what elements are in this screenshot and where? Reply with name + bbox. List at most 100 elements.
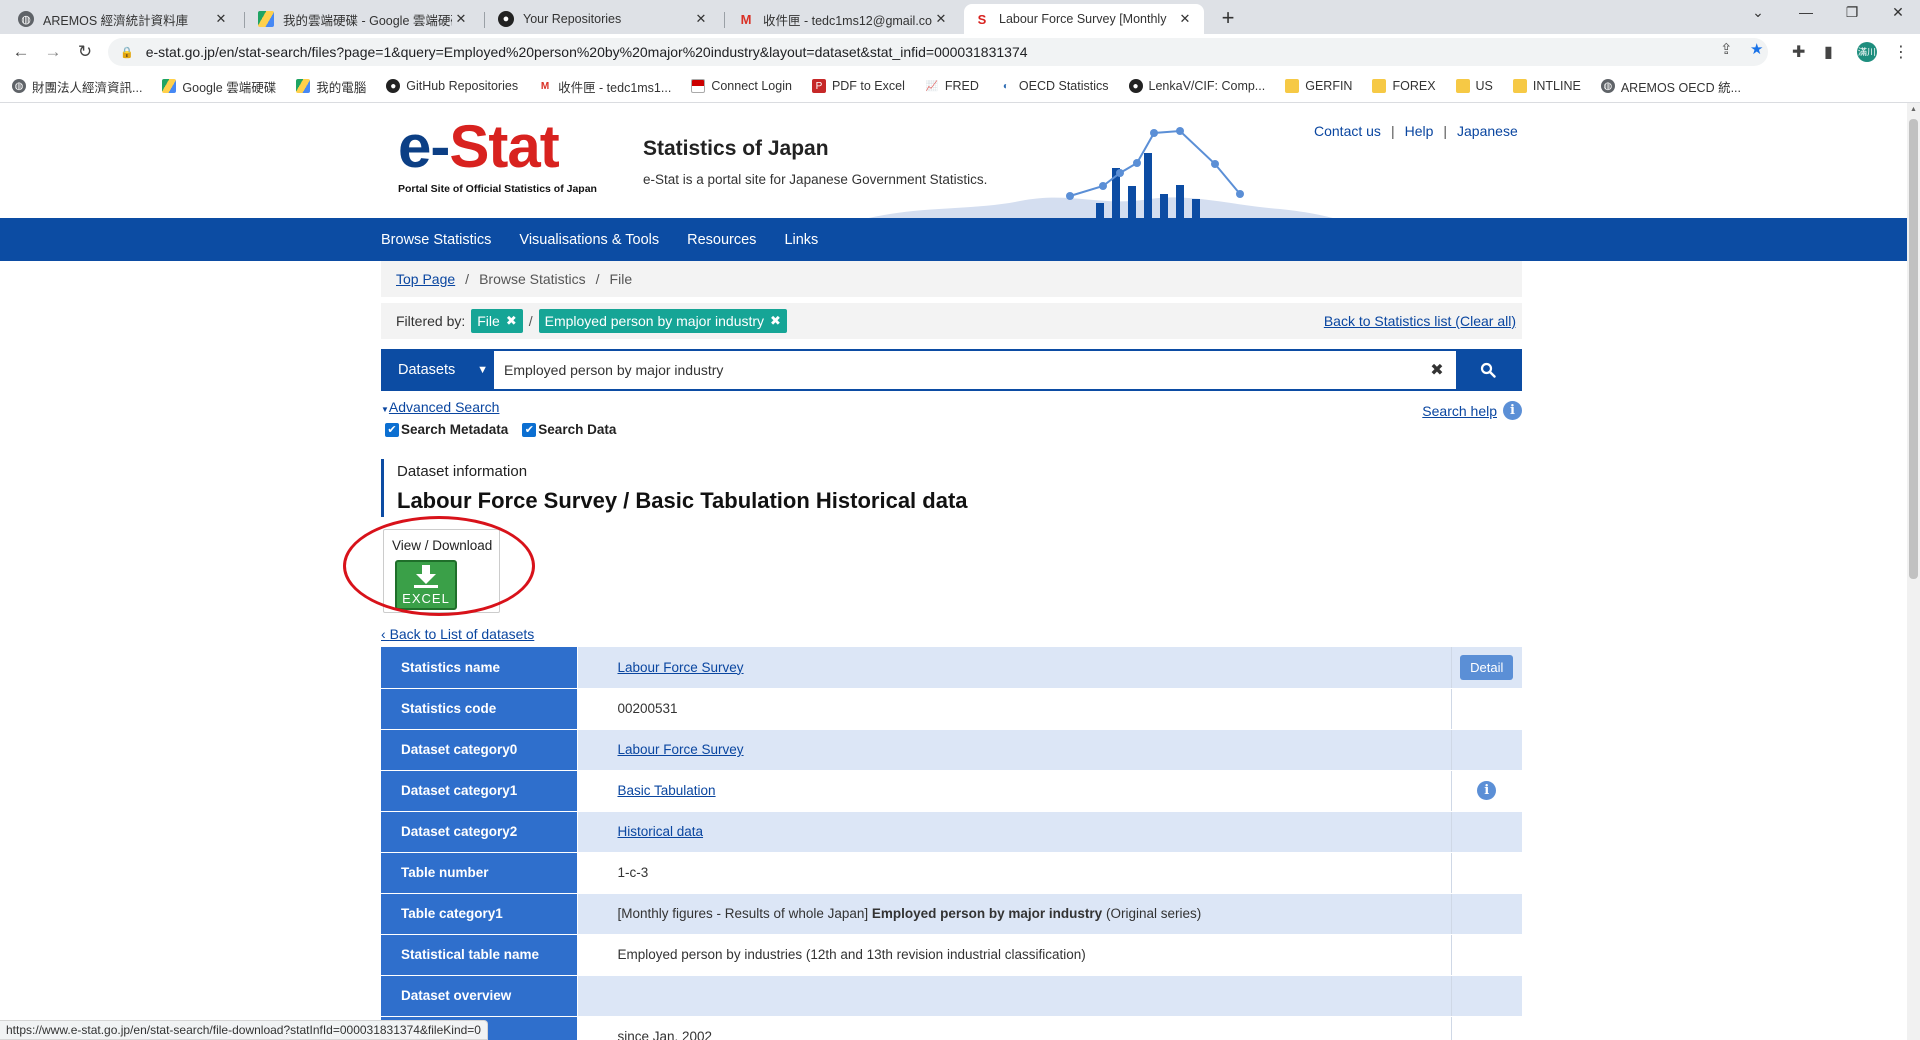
folder-icon [1285, 79, 1300, 93]
profile-avatar[interactable]: 滿川 [1857, 42, 1877, 62]
bookmark-folder[interactable]: GERFIN [1285, 79, 1352, 93]
search-button[interactable] [1456, 351, 1520, 389]
search-type-select[interactable]: Datasets ▼ [383, 351, 494, 389]
side-panel-icon[interactable]: ▮ [1824, 42, 1833, 62]
filter-bar: Filtered by: File ✖ / Employed person by … [381, 303, 1522, 339]
checkbox-checked-icon[interactable]: ✔ [522, 422, 537, 437]
bookmark-item[interactable]: ● LenkaV/CIF: Comp... [1128, 79, 1265, 93]
download-arrow-icon [414, 565, 438, 588]
tab-gmail[interactable]: M 收件匣 - tedc1ms12@gmail.com ✕ [728, 4, 960, 34]
bookmark-item[interactable]: ◐ OECD Statistics [999, 79, 1109, 93]
table-row: Dataset category1 Basic Tabulation i [381, 770, 1522, 812]
filter-chip-file[interactable]: File ✖ [471, 309, 523, 333]
filter-label: Filtered by: [396, 313, 466, 329]
breadcrumb: Top Page / Browse Statistics / File [381, 261, 1522, 297]
search-data-checkbox[interactable]: ✔ Search Data [522, 422, 616, 437]
dataset-category0-link[interactable]: Labour Force Survey [618, 742, 744, 757]
link-separator: | [1443, 123, 1448, 139]
bookmark-item[interactable]: 我的電腦 [296, 77, 366, 96]
tab-search-icon[interactable]: ⌄ [1740, 4, 1776, 26]
table-row: Statistics name Labour Force Survey Deta… [381, 647, 1522, 689]
close-window-button[interactable]: ✕ [1880, 4, 1916, 26]
japanese-link[interactable]: Japanese [1457, 123, 1518, 139]
close-tab-icon[interactable]: ✕ [452, 11, 470, 27]
bookmark-folder[interactable]: INTLINE [1512, 79, 1581, 93]
nav-browse-statistics[interactable]: Browse Statistics [381, 232, 491, 248]
menu-dots-icon[interactable]: ⋮ [1893, 42, 1909, 62]
search-metadata-checkbox[interactable]: ✔ Search Metadata [385, 422, 508, 437]
search-help-link[interactable]: Search help [1422, 403, 1497, 419]
help-link[interactable]: Help [1405, 123, 1434, 139]
bookmark-item[interactable]: ◍ 財團法人經濟資訊... [12, 77, 142, 96]
close-tab-icon[interactable]: ✕ [1176, 11, 1194, 27]
globe-icon: ◍ [18, 11, 34, 27]
extensions-icon[interactable]: ✚ [1792, 42, 1805, 62]
caret-down-icon: ▼ [381, 405, 389, 414]
bookmark-item[interactable]: ● GitHub Repositories [386, 79, 518, 93]
scroll-up-arrow-icon[interactable]: ▲ [1910, 106, 1917, 113]
row-action [1451, 688, 1522, 730]
clear-search-icon[interactable]: ✖ [1418, 351, 1456, 389]
bookmark-folder[interactable]: FOREX [1372, 79, 1436, 93]
remove-filter-icon[interactable]: ✖ [770, 313, 781, 329]
forward-icon[interactable]: → [41, 40, 65, 64]
detail-button[interactable]: Detail [1460, 654, 1514, 680]
table-row: Dataset category0 Labour Force Survey [381, 729, 1522, 771]
nav-resources[interactable]: Resources [687, 232, 756, 248]
table-row: Table category1 [Monthly figures - Resul… [381, 893, 1522, 935]
nav-links[interactable]: Links [784, 232, 818, 248]
bookmark-item[interactable]: Google 雲端硬碟 [162, 77, 276, 96]
row-action [1451, 934, 1522, 976]
table-row: since Jan. 2002 [381, 1016, 1522, 1040]
address-bar[interactable]: 🔒 e-stat.go.jp/en/stat-search/files?page… [108, 38, 1768, 66]
bookmark-item[interactable]: Connect Login [691, 79, 792, 93]
tab-github[interactable]: ● Your Repositories ✕ [488, 4, 720, 34]
back-icon[interactable]: ← [9, 40, 33, 64]
dataset-info-heading: Dataset information Labour Force Survey … [381, 459, 1522, 517]
nav-visualisations-tools[interactable]: Visualisations & Tools [519, 232, 659, 248]
excel-download-button[interactable]: EXCEL [395, 560, 457, 610]
estat-logo[interactable]: e-Stat Portal Site of Official Statistic… [398, 117, 608, 207]
header-chart-graphic [860, 127, 1340, 220]
info-icon[interactable]: i [1503, 401, 1522, 420]
remove-filter-icon[interactable]: ✖ [506, 313, 517, 329]
contact-us-link[interactable]: Contact us [1314, 123, 1381, 139]
reload-icon[interactable]: ↻ [73, 40, 97, 64]
back-to-list-of-datasets-link[interactable]: ‹ Back to List of datasets [381, 626, 534, 642]
share-icon[interactable]: ⇪ [1720, 40, 1733, 58]
bookmark-folder[interactable]: US [1455, 79, 1493, 93]
dataset-category2-link[interactable]: Historical data [618, 824, 704, 839]
tab-google-drive[interactable]: 我的雲端硬碟 - Google 雲端硬碟 ✕ [248, 4, 480, 34]
lock-icon: 🔒 [120, 46, 134, 59]
link-separator: | [1390, 123, 1395, 139]
dataset-category1-link[interactable]: Basic Tabulation [618, 783, 716, 798]
scrollbar-thumb[interactable] [1909, 119, 1918, 579]
bookmark-star-icon[interactable]: ★ [1750, 40, 1763, 58]
header-links: Contact us | Help | Japanese [1314, 123, 1518, 139]
breadcrumb-top-page[interactable]: Top Page [396, 271, 455, 287]
bookmark-item[interactable]: M 收件匣 - tedc1ms1... [538, 77, 671, 96]
close-tab-icon[interactable]: ✕ [212, 11, 230, 27]
info-icon[interactable]: i [1477, 781, 1497, 800]
page-viewport: e-Stat Portal Site of Official Statistic… [0, 103, 1907, 1040]
restore-button[interactable]: ❐ [1834, 4, 1870, 26]
bookmark-item[interactable]: ◍ AREMOS OECD 統... [1600, 77, 1741, 96]
minimize-button[interactable]: — [1788, 4, 1824, 26]
checkbox-checked-icon[interactable]: ✔ [385, 422, 399, 437]
tab-aremos[interactable]: ◍ AREMOS 經濟統計資料庫 ✕ [8, 4, 240, 34]
filter-chip-query[interactable]: Employed person by major industry ✖ [538, 309, 787, 333]
tab-estat[interactable]: S Labour Force Survey [Monthly ✕ [964, 4, 1204, 34]
close-tab-icon[interactable]: ✕ [932, 11, 950, 27]
new-tab-button[interactable]: + [1215, 6, 1241, 32]
search-input[interactable] [494, 351, 1418, 389]
back-to-statistics-list-link[interactable]: Back to Statistics list (Clear all) [1324, 313, 1516, 329]
statistics-name-link[interactable]: Labour Force Survey [618, 660, 744, 675]
close-tab-icon[interactable]: ✕ [692, 11, 710, 27]
search-icon [1480, 362, 1496, 378]
search-help[interactable]: Search help i [1422, 401, 1522, 420]
advanced-search-toggle[interactable]: ▼Advanced Search [381, 399, 499, 415]
bookmark-item[interactable]: 📈 FRED [925, 79, 979, 93]
table-row: Statistical table name Employed person b… [381, 934, 1522, 976]
page-scrollbar[interactable]: ▲ [1907, 103, 1920, 1040]
bookmark-item[interactable]: P PDF to Excel [811, 79, 905, 93]
